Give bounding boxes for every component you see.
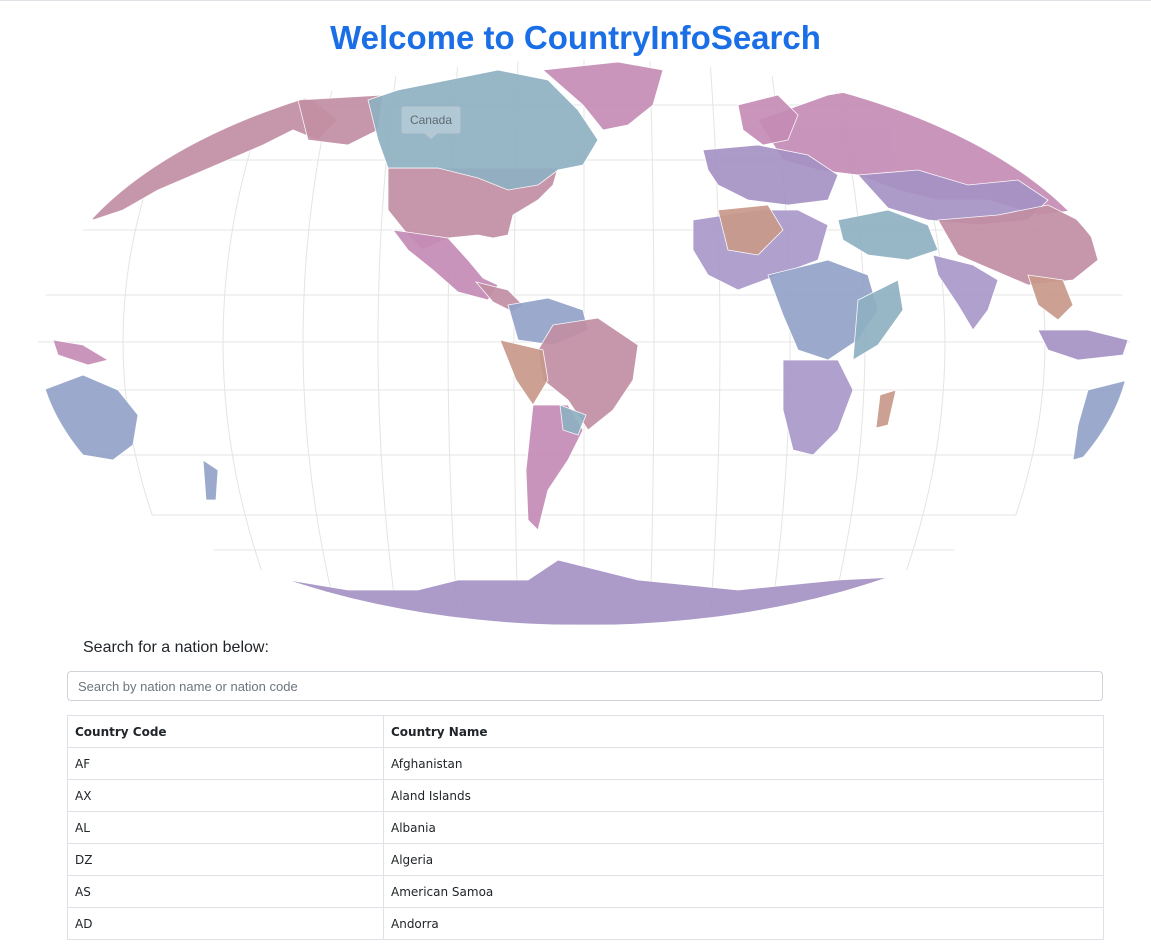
table-header-row: Country Code Country Name	[67, 715, 1104, 748]
country-southeast-asia[interactable]	[1027, 274, 1074, 321]
country-australia[interactable]	[42, 374, 139, 461]
search-prompt: Search for a nation below:	[83, 639, 269, 656]
country-peru-bolivia[interactable]	[499, 339, 549, 406]
table-row[interactable]: AS American Samoa	[67, 875, 1104, 908]
cell-country-name: American Samoa	[383, 875, 1104, 908]
cell-country-code: DZ	[67, 843, 384, 876]
country-australia-east[interactable]	[1072, 379, 1130, 461]
header-country-name[interactable]: Country Name	[383, 715, 1104, 748]
landmasses	[42, 61, 1130, 625]
cell-country-code: AS	[67, 875, 384, 908]
header-country-code[interactable]: Country Code	[67, 715, 384, 748]
country-southern-africa[interactable]	[782, 359, 854, 456]
table-row[interactable]: AD Andorra	[67, 907, 1104, 940]
cell-country-name: Afghanistan	[383, 747, 1104, 780]
cell-country-name: Andorra	[383, 907, 1104, 940]
table-row[interactable]: DZ Algeria	[67, 843, 1104, 876]
world-map[interactable]: Canada	[38, 60, 1130, 625]
tooltip-label: Canada	[410, 113, 452, 127]
table-row[interactable]: AF Afghanistan	[67, 747, 1104, 780]
country-indonesia[interactable]	[1037, 329, 1129, 361]
country-usa-alaska[interactable]	[77, 89, 339, 221]
country-table: Country Code Country Name AF Afghanistan…	[67, 715, 1104, 940]
country-new-zealand[interactable]	[202, 459, 219, 501]
cell-country-code: AX	[67, 779, 384, 812]
country-antarctica[interactable]	[162, 559, 1009, 625]
table-row[interactable]: AL Albania	[67, 811, 1104, 844]
country-pacific-islands[interactable]	[52, 339, 110, 366]
page-title: Welcome to CountryInfoSearch	[330, 19, 821, 56]
table-row[interactable]: AX Aland Islands	[67, 779, 1104, 812]
cell-country-name: Albania	[383, 811, 1104, 844]
cell-country-name: Aland Islands	[383, 779, 1104, 812]
search-input[interactable]	[67, 671, 1103, 701]
top-divider	[0, 0, 1151, 1]
country-madagascar[interactable]	[875, 389, 897, 429]
country-scandinavia[interactable]	[737, 94, 799, 146]
cell-country-code: AL	[67, 811, 384, 844]
world-map-svg[interactable]: Canada	[38, 60, 1130, 625]
cell-country-code: AF	[67, 747, 384, 780]
cell-country-code: AD	[67, 907, 384, 940]
cell-country-name: Algeria	[383, 843, 1104, 876]
